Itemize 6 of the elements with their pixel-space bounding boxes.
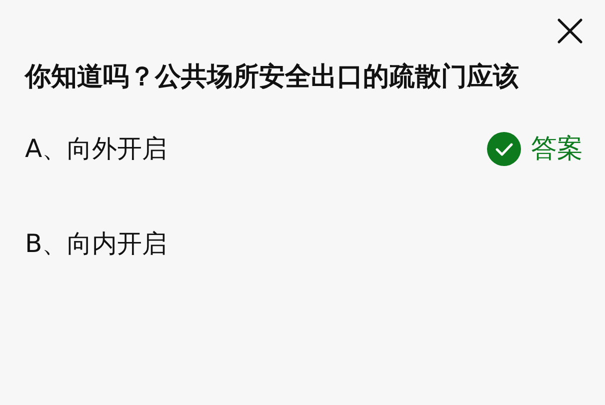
option-label[interactable]: B、向内开启 bbox=[25, 227, 168, 260]
check-icon bbox=[487, 132, 521, 166]
close-icon bbox=[557, 18, 583, 44]
answer-label: 答案 bbox=[531, 133, 583, 166]
question-text: 你知道吗？公共场所安全出口的疏散门应该 bbox=[25, 61, 520, 94]
option-label[interactable]: A、向外开启 bbox=[25, 132, 168, 165]
